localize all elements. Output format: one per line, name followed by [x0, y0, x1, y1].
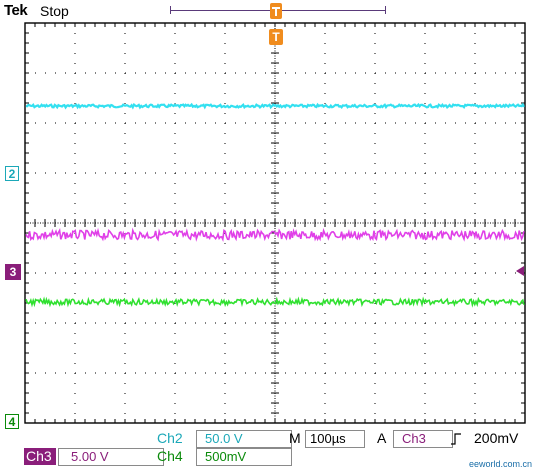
trigger-level-icon: [516, 266, 524, 276]
trigger-source: Ch3: [393, 430, 453, 448]
ch4-label: Ch4: [157, 448, 183, 464]
trigger-label: A: [377, 430, 387, 446]
ch3-marker-label: 3: [9, 265, 17, 279]
ch4-scale: 500mV: [196, 448, 292, 466]
trigger-position-icon: [270, 3, 282, 19]
trigger-time-marker: T: [269, 29, 283, 45]
ch3-scale: 5.00 V: [58, 448, 164, 466]
ch4-ground-marker: 4: [5, 414, 19, 429]
scope-display: [0, 0, 536, 471]
timebase-label: M: [289, 430, 301, 446]
brand-logo: Tek: [4, 2, 28, 19]
ch2-marker-label: 2: [8, 167, 16, 181]
ch2-label: Ch2: [157, 430, 183, 446]
ch2-ground-marker: 2: [5, 166, 19, 181]
ch4-marker-label: 4: [8, 415, 16, 429]
ch2-scale: 50.0 V: [196, 430, 292, 448]
acquisition-status: Stop: [40, 3, 69, 19]
rising-edge-icon: [451, 432, 461, 445]
ch3-ground-marker: 3: [5, 264, 21, 280]
trigger-level: 200mV: [474, 430, 519, 446]
watermark: eeworld.com.cn: [468, 459, 532, 469]
ch3-label: Ch3: [24, 448, 56, 465]
timebase-value: 100µs: [305, 430, 365, 448]
